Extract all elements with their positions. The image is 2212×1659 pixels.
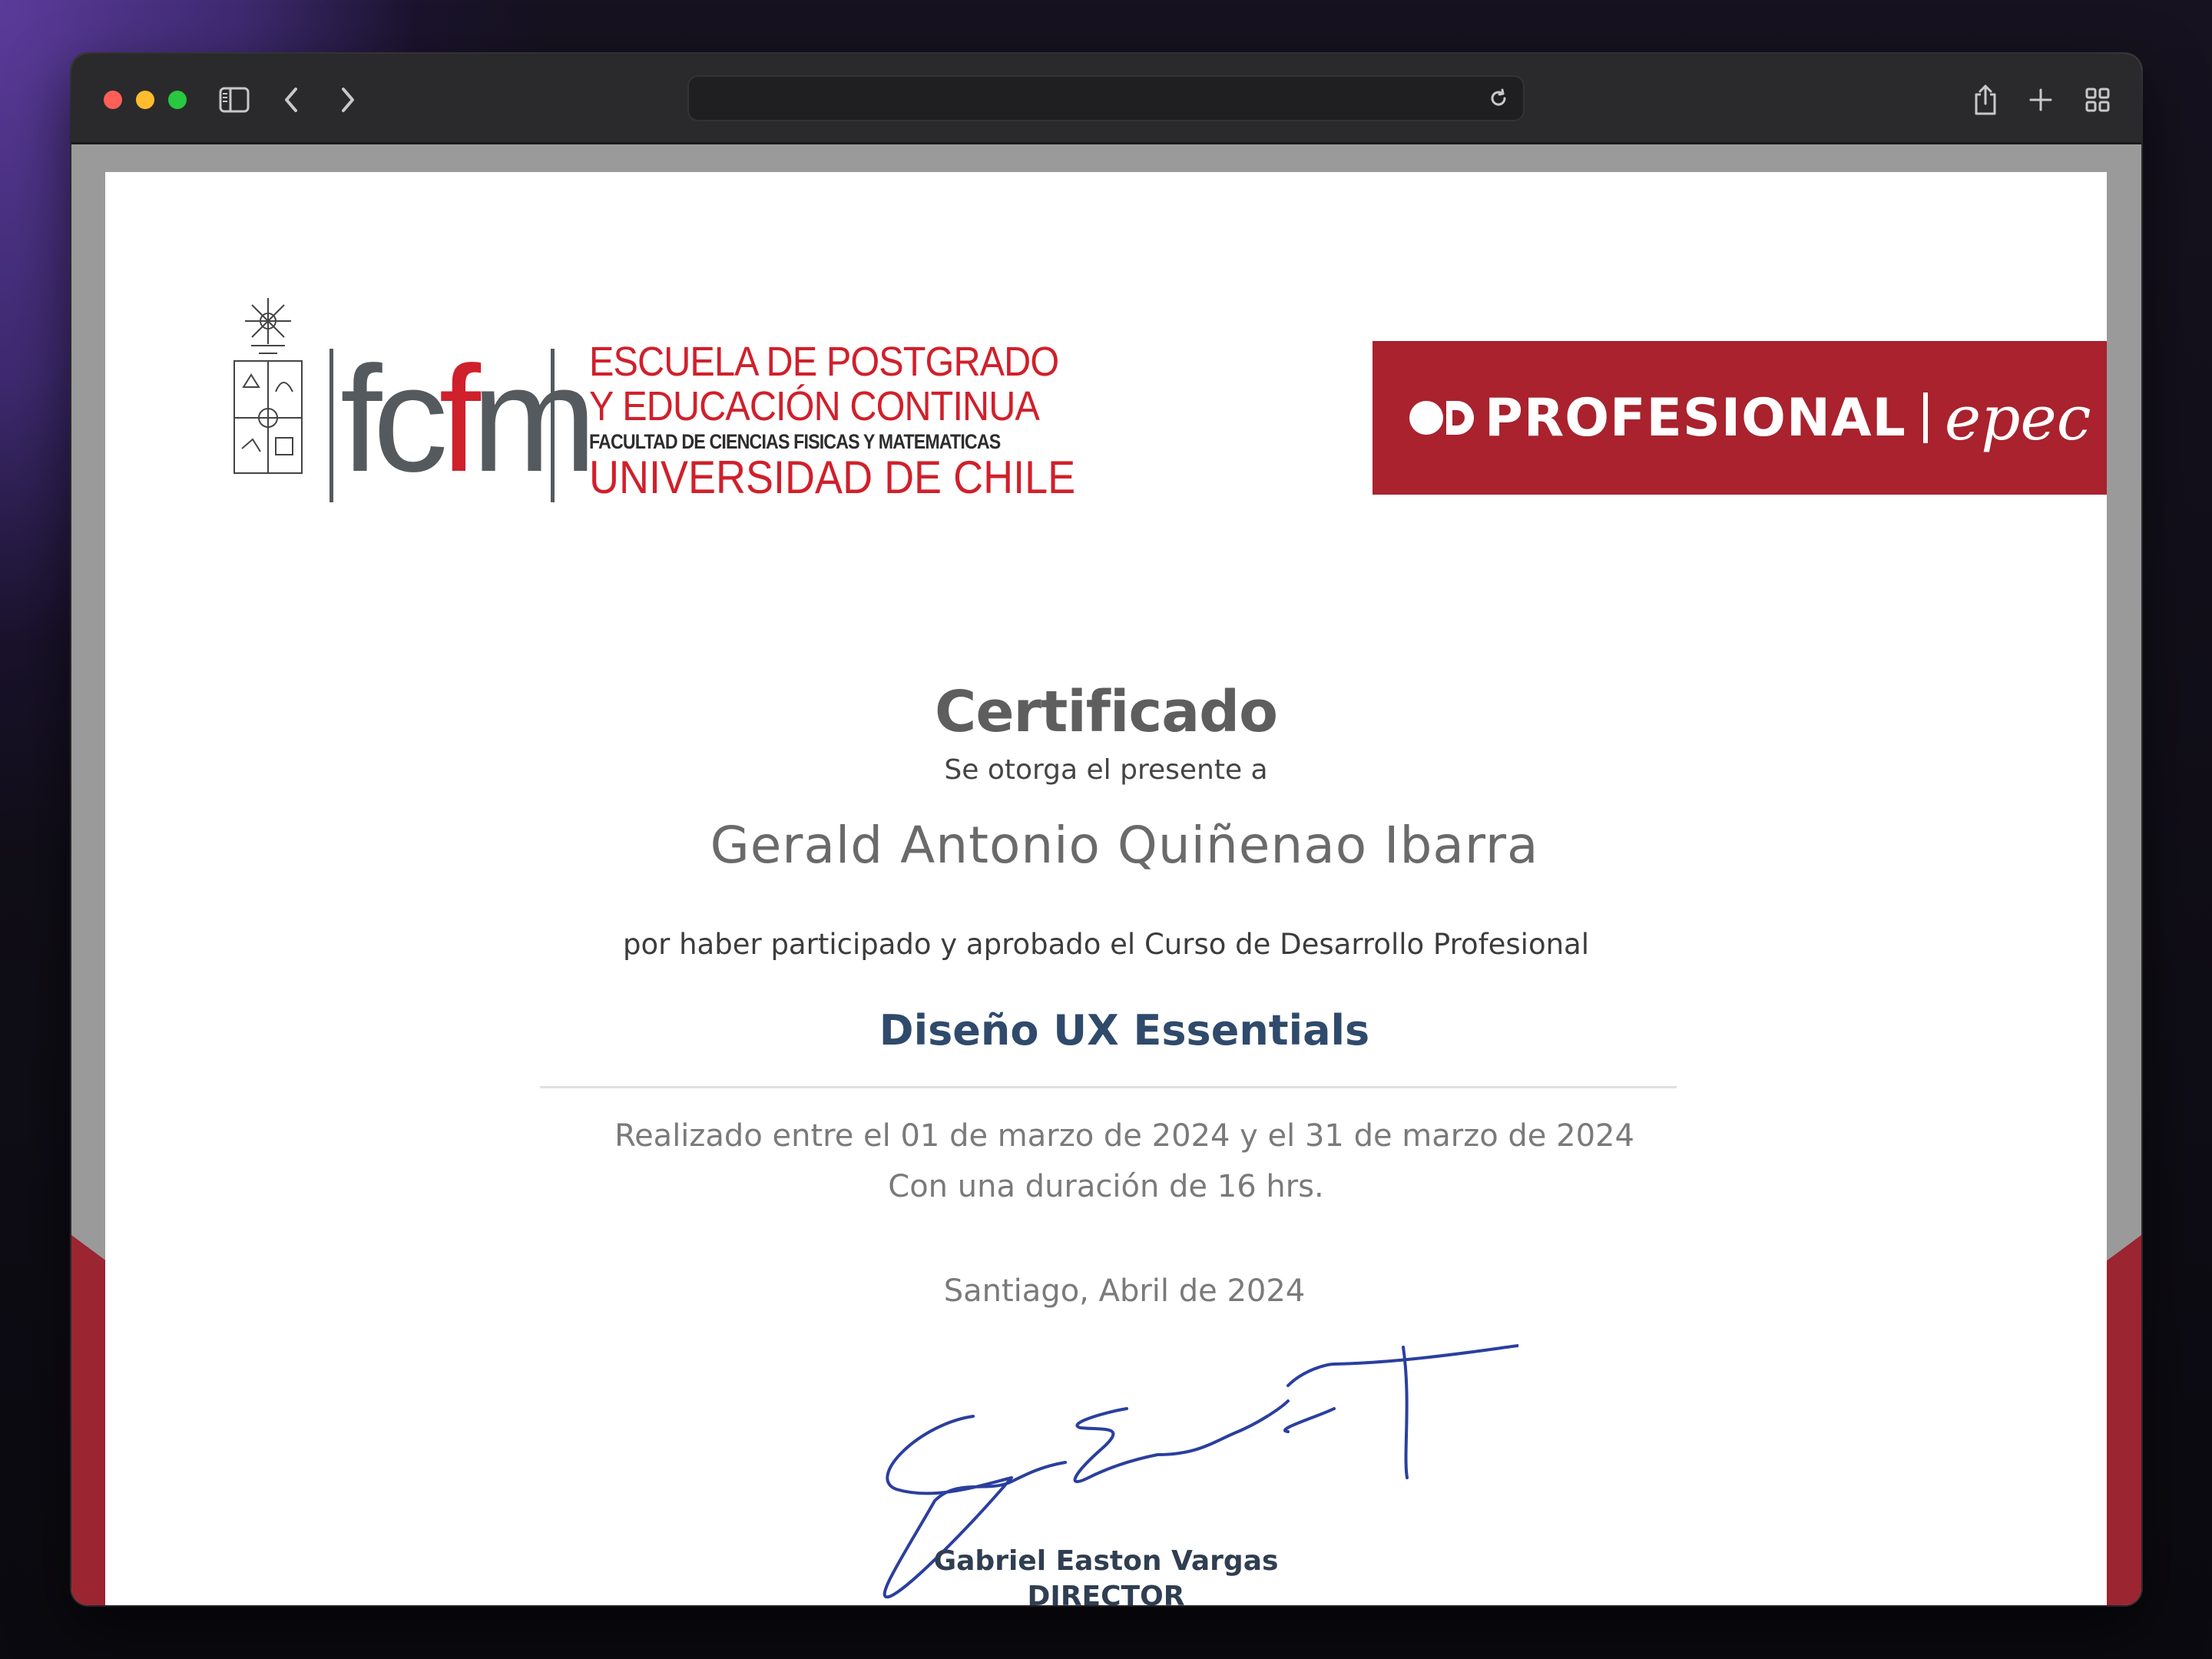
- sidebar-icon[interactable]: [216, 81, 253, 118]
- recipient-name: Gerald Antonio Quiñenao Ibarra: [710, 816, 1539, 875]
- close-window-button[interactable]: [104, 91, 122, 109]
- profesional-epec-logo: PROFESIONAL epec: [1373, 341, 2107, 495]
- school-line-1: ESCUELA DE POSTGRADO: [589, 339, 1059, 385]
- university-seal-icon: [228, 295, 308, 476]
- od-logo-icon: [1406, 395, 1480, 441]
- certificate-subtitle: Se otorga el presente a: [944, 754, 1268, 786]
- zoom-window-button[interactable]: [168, 91, 187, 109]
- statement-text: por haber participado y aprobado el Curs…: [623, 928, 1589, 961]
- signer-role: DIRECTOR: [1027, 1581, 1185, 1605]
- certificate-title: Certificado: [935, 679, 1278, 745]
- logo-rule-right: [551, 349, 555, 502]
- browser-window: fcfm ESCUELA DE POSTGRADO Y EDUCACIÓN CO…: [71, 54, 2141, 1605]
- course-name: Diseño UX Essentials: [879, 1006, 1370, 1055]
- wordmark-m: m: [471, 335, 597, 503]
- faculty-line: FACULTAD DE CIENCIAS FISICAS Y MATEMATIC…: [589, 430, 1001, 453]
- tab-overview-icon[interactable]: [2079, 81, 2116, 118]
- period-text: Realizado entre el 01 de marzo de 2024 y…: [614, 1118, 1634, 1154]
- place-date-text: Santiago, Abril de 2024: [943, 1273, 1306, 1309]
- minimize-window-button[interactable]: [136, 91, 154, 109]
- share-icon[interactable]: [1967, 81, 2004, 118]
- wordmark-fc: fc: [340, 335, 449, 503]
- profesional-text: PROFESIONAL: [1485, 387, 1906, 449]
- duration-text: Con una duración de 16 hrs.: [888, 1169, 1324, 1204]
- browser-toolbar: [71, 54, 2141, 144]
- logo-rule-left: [329, 349, 333, 502]
- wordmark-f: f: [439, 335, 481, 503]
- plus-icon[interactable]: [2022, 81, 2059, 118]
- university-line: UNIVERSIDAD DE CHILE: [589, 452, 1076, 503]
- chevron-left-icon[interactable]: [273, 81, 310, 118]
- divider: [540, 1086, 1677, 1088]
- school-name-block: ESCUELA DE POSTGRADO Y EDUCACIÓN CONTINU…: [589, 339, 1142, 501]
- reload-icon[interactable]: [1482, 81, 1515, 115]
- fcfm-logo: fcfm: [329, 343, 597, 502]
- signer-name: Gabriel Easton Vargas: [933, 1545, 1279, 1577]
- epec-script: epec: [1944, 382, 2091, 454]
- chevron-right-icon[interactable]: [329, 81, 366, 118]
- page-viewport[interactable]: fcfm ESCUELA DE POSTGRADO Y EDUCACIÓN CO…: [71, 144, 2141, 1605]
- address-bar[interactable]: [687, 75, 1525, 121]
- certificate-page: fcfm ESCUELA DE POSTGRADO Y EDUCACIÓN CO…: [105, 172, 2107, 1605]
- school-line-2: Y EDUCACIÓN CONTINUA: [589, 383, 1040, 429]
- logo-separator: [1922, 392, 1928, 443]
